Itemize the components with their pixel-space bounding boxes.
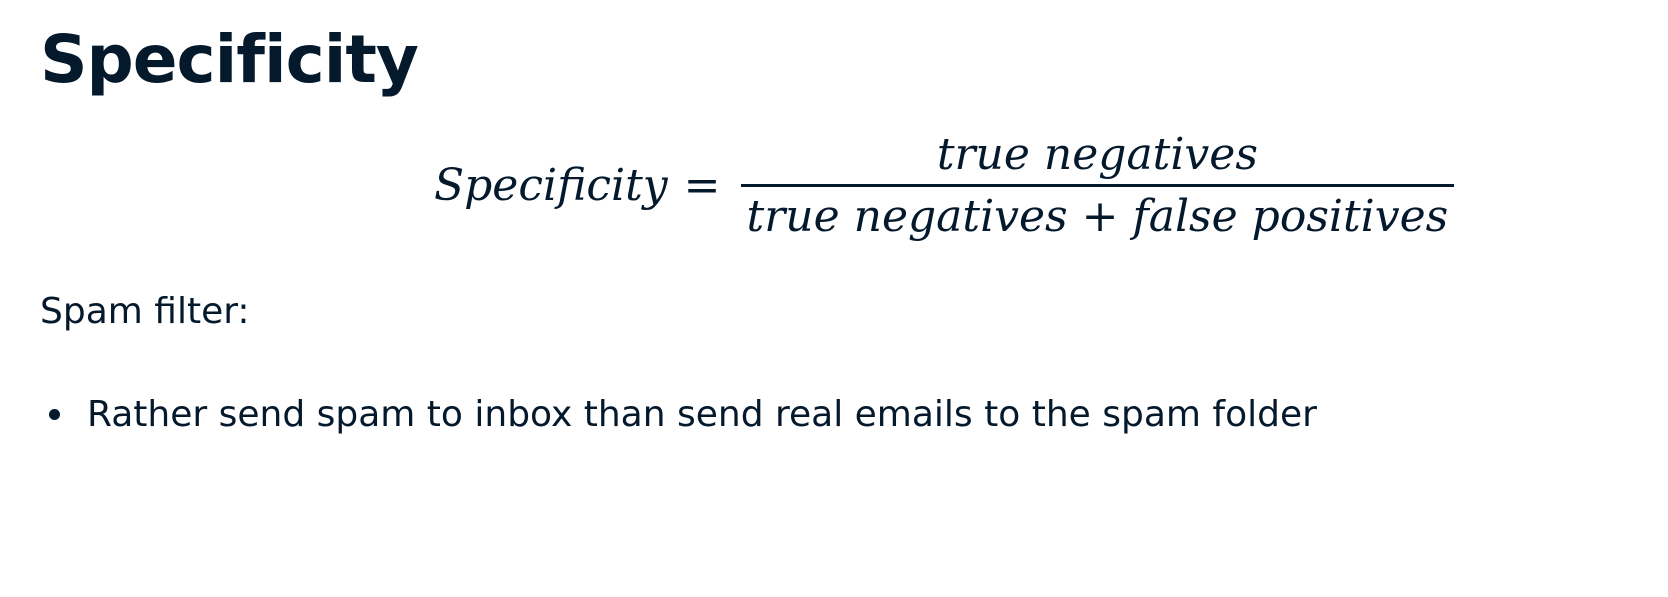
- list-item: Rather send spam to inbox than send real…: [40, 393, 1317, 436]
- bullet-point-icon: [49, 409, 60, 421]
- formula-equals-sign: =: [683, 159, 721, 211]
- formula-lhs: Specificity: [434, 159, 668, 211]
- bullet-list: Rather send spam to inbox than send real…: [40, 393, 1317, 436]
- formula-denominator: true negatives + false positives: [746, 190, 1449, 242]
- formula-numerator: true negatives: [936, 128, 1258, 180]
- formula-fraction: true negatives true negatives + false po…: [740, 128, 1455, 242]
- section-label: Spam filter:: [40, 291, 250, 332]
- bullet-text: Rather send spam to inbox than send real…: [87, 394, 1317, 435]
- specificity-formula: Specificity = true negatives true negati…: [434, 124, 1455, 246]
- slide-title: Specificity: [40, 21, 419, 98]
